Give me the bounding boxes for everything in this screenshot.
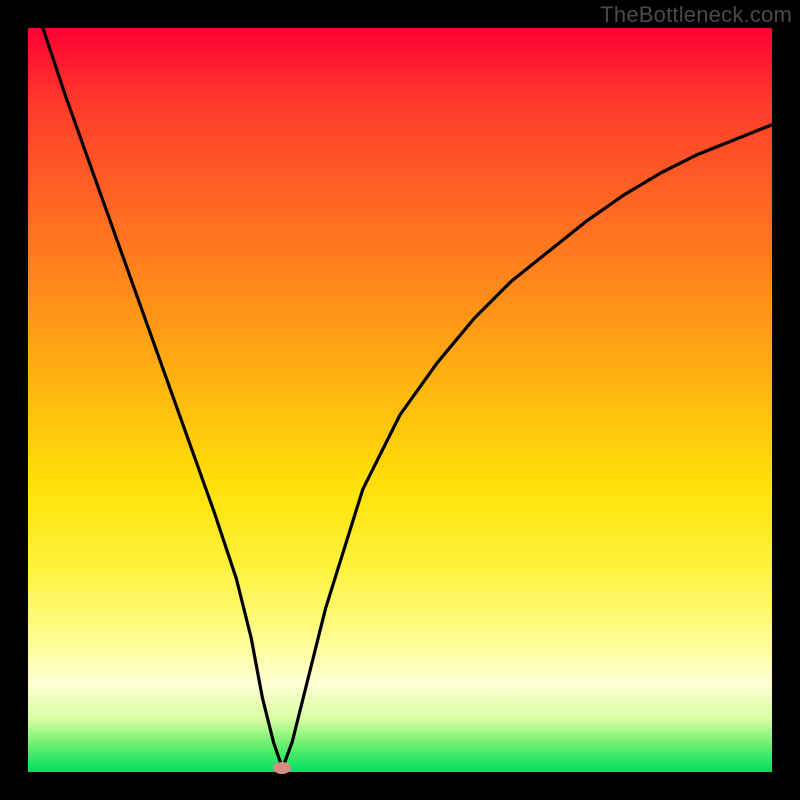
- chart-frame: TheBottleneck.com: [0, 0, 800, 800]
- curve-svg: [28, 28, 772, 772]
- minimum-marker: [273, 762, 291, 774]
- plot-area: [28, 28, 772, 772]
- watermark-text: TheBottleneck.com: [600, 2, 792, 28]
